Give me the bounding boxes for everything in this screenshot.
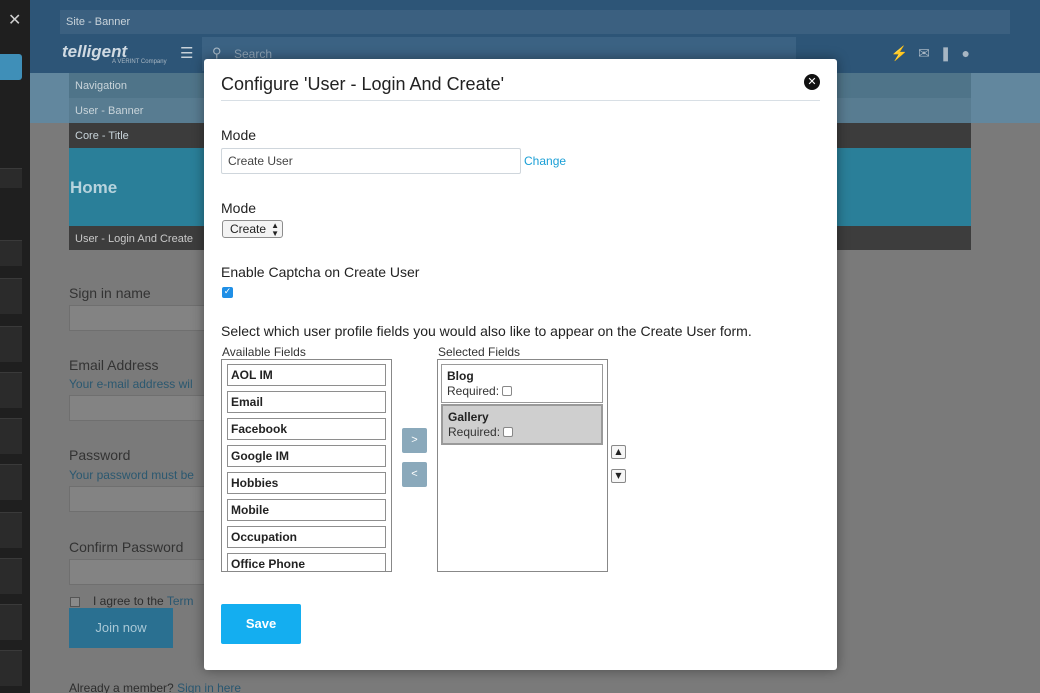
panel-tile[interactable]	[0, 650, 22, 686]
already-member-label: Already a member?	[69, 681, 174, 693]
home-title: Home	[70, 178, 118, 197]
dialog-title: Configure 'User - Login And Create'	[221, 74, 505, 94]
selected-field-item[interactable]: Blog Required:	[441, 364, 603, 403]
password-label: Password	[69, 447, 131, 463]
save-button[interactable]: Save	[221, 604, 301, 644]
user-banner-label: User - Banner	[75, 105, 144, 117]
panel-tile[interactable]	[0, 372, 22, 408]
sign-in-link[interactable]: Sign in here	[177, 681, 241, 693]
panel-tile[interactable]	[0, 326, 22, 362]
agree-label: I agree to the	[93, 594, 164, 608]
required-checkbox[interactable]	[503, 427, 514, 437]
logo-subtitle: A VERINT Company	[112, 59, 167, 65]
terms-link[interactable]: Term	[167, 594, 194, 608]
header-icons[interactable]: ⚡✉❚●	[891, 45, 980, 62]
login-widget-label: User - Login And Create	[75, 233, 194, 245]
add-field-button[interactable]: >	[402, 428, 427, 453]
already-member-text: Already a member? Sign in here	[69, 681, 241, 693]
sign-in-name-input[interactable]	[69, 305, 209, 331]
panel-tile[interactable]	[0, 464, 22, 500]
selected-field-name: Gallery	[448, 410, 489, 424]
selected-field-item[interactable]: Gallery Required:	[441, 404, 603, 445]
panel-tile[interactable]	[0, 512, 22, 548]
mode-select-label: Mode	[221, 200, 257, 216]
panel-tile[interactable]	[0, 278, 22, 314]
selected-fields-list[interactable]: Blog Required: Gallery Required:	[437, 359, 608, 572]
agree-checkbox[interactable]	[70, 597, 80, 607]
close-dialog-icon[interactable]: ✕	[804, 74, 820, 90]
available-field-item[interactable]: AOL IM	[227, 364, 386, 386]
email-input[interactable]	[69, 395, 209, 421]
remove-field-button[interactable]: <	[402, 462, 427, 487]
site-banner-label: Site - Banner	[66, 16, 131, 28]
available-field-item[interactable]: Office Phone	[227, 553, 386, 571]
profile-fields-prompt: Select which user profile fields you wou…	[221, 323, 752, 339]
configure-widget-dialog: Configure 'User - Login And Create' ✕ Mo…	[204, 59, 837, 670]
mode-label: Mode	[221, 127, 257, 143]
agree-text: I agree to the Term	[93, 594, 194, 608]
required-label: Required:	[447, 384, 500, 398]
join-now-button[interactable]: Join now	[69, 608, 173, 648]
available-fields-list[interactable]: AOL IM Email Facebook Google IM Hobbies …	[221, 359, 392, 572]
panel-tile[interactable]	[0, 604, 22, 640]
available-field-item[interactable]: Facebook	[227, 418, 386, 440]
panel-tile-active[interactable]	[0, 54, 22, 80]
password-input[interactable]	[69, 486, 209, 512]
required-label: Required:	[448, 425, 501, 439]
panel-tile[interactable]	[0, 418, 22, 454]
mode-select[interactable]: Create ▲ ▼	[222, 220, 283, 238]
core-title-label: Core - Title	[75, 130, 129, 142]
sign-in-name-label: Sign in name	[69, 285, 151, 301]
select-arrows-icon: ▲ ▼	[271, 221, 279, 238]
available-fields-label: Available Fields	[222, 345, 306, 359]
available-field-item[interactable]: Mobile	[227, 499, 386, 521]
left-side-panel: ✕	[0, 0, 30, 693]
panel-tile[interactable]	[0, 168, 22, 188]
mode-text-field[interactable]	[221, 148, 521, 174]
confirm-password-input[interactable]	[69, 559, 209, 585]
site-banner-bar: Site - Banner	[60, 10, 1010, 34]
available-field-item[interactable]: Email	[227, 391, 386, 413]
selected-field-name: Blog	[447, 369, 474, 383]
email-hint: Your e-mail address wil	[69, 377, 193, 391]
available-field-item[interactable]: Hobbies	[227, 472, 386, 494]
email-label: Email Address	[69, 357, 159, 373]
panel-tile[interactable]	[0, 558, 22, 594]
move-up-button[interactable]: ▲	[611, 445, 626, 459]
move-down-button[interactable]: ▼	[611, 469, 626, 483]
dialog-divider	[221, 100, 820, 101]
confirm-password-label: Confirm Password	[69, 539, 184, 555]
selected-fields-label: Selected Fields	[438, 345, 521, 359]
captcha-label: Enable Captcha on Create User	[221, 264, 420, 280]
mode-select-value: Create	[230, 222, 267, 236]
hamburger-menu-icon[interactable]: ☰	[180, 44, 193, 62]
captcha-checkbox[interactable]: ✓	[222, 287, 233, 298]
required-checkbox[interactable]	[502, 386, 513, 396]
available-field-item[interactable]: Google IM	[227, 445, 386, 467]
change-link[interactable]: Change	[524, 154, 566, 168]
close-icon[interactable]: ✕	[8, 10, 21, 29]
password-hint: Your password must be	[69, 468, 194, 482]
available-field-item[interactable]: Occupation	[227, 526, 386, 548]
navigation-label: Navigation	[75, 80, 127, 92]
panel-tile[interactable]	[0, 240, 22, 266]
